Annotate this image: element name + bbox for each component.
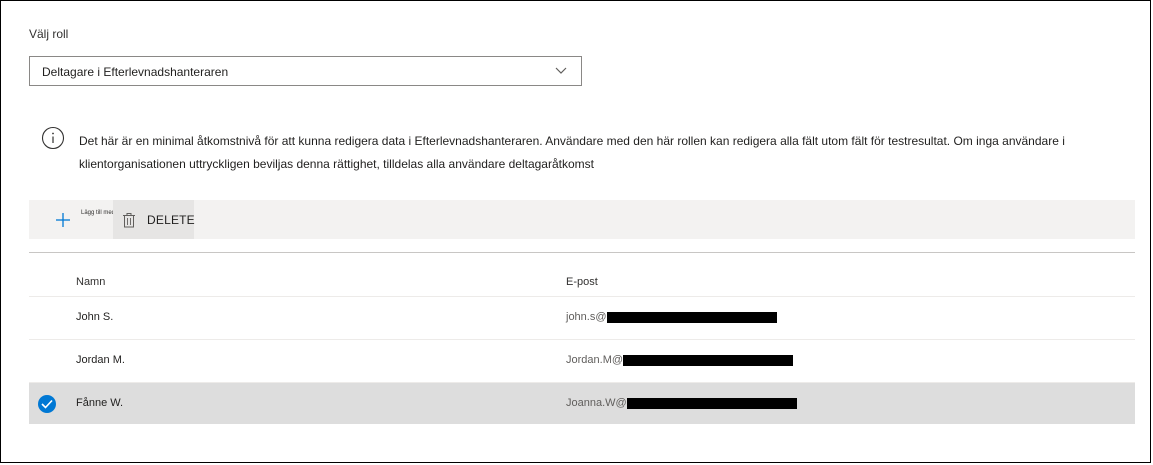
trash-icon <box>123 213 135 228</box>
row-name: John S. <box>76 311 114 323</box>
command-bar: Lägg till medlemmar DELETE <box>29 200 1135 239</box>
row-name: Fånne W. <box>76 397 124 409</box>
divider <box>29 252 1135 253</box>
redaction-bar <box>626 397 797 409</box>
checkmark-icon[interactable] <box>38 395 56 413</box>
add-members-button[interactable]: Lägg till medlemmar <box>49 206 135 234</box>
plus-icon <box>56 213 70 227</box>
table-row[interactable]: John S. john.s@ <box>29 296 1135 338</box>
panel-frame: Välj roll Deltagare i Efterlevnadshanter… <box>0 0 1151 463</box>
redaction-bar <box>623 354 794 366</box>
role-dropdown[interactable]: Deltagare i Efterlevnadshanteraren <box>29 56 582 86</box>
info-text: Det här är en minimal åtkomstnivå för at… <box>79 134 1065 171</box>
delete-label: DELETE <box>147 213 195 227</box>
row-email: john.s@ <box>566 311 777 323</box>
role-label: Välj roll <box>29 27 69 41</box>
row-email-text: john.s@ <box>566 311 607 323</box>
info-icon <box>41 126 65 150</box>
row-email-text: Jordan.M@ <box>566 354 624 366</box>
row-email: Joanna.W@ <box>566 397 797 409</box>
row-name: Jordan M. <box>76 354 125 366</box>
column-header-email[interactable]: E-post <box>566 276 598 288</box>
row-email-text: Joanna.W@ <box>566 397 627 409</box>
row-email: Jordan.M@ <box>566 354 794 366</box>
column-header-name[interactable]: Namn <box>76 276 105 288</box>
role-dropdown-value: Deltagare i Efterlevnadshanteraren <box>42 65 229 79</box>
table-row[interactable]: Jordan M. Jordan.M@ <box>29 339 1135 381</box>
redaction-bar <box>606 311 777 323</box>
table-row-selected[interactable]: Fånne W. Joanna.W@ <box>29 382 1135 424</box>
delete-button[interactable]: DELETE <box>113 200 195 239</box>
chevron-down-icon <box>555 67 567 74</box>
